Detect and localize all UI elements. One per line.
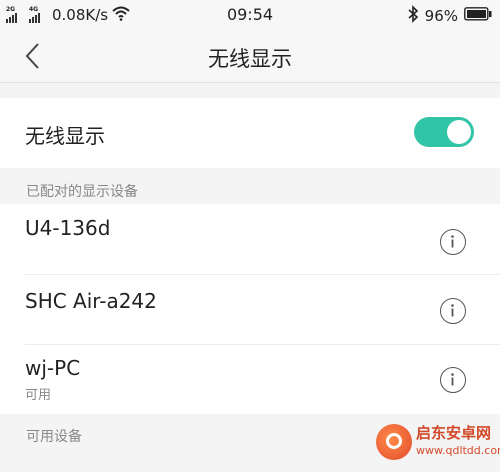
wireless-display-toggle[interactable] <box>414 117 474 147</box>
device-status: 可用 <box>25 388 52 403</box>
device-info-button[interactable] <box>440 298 466 324</box>
device-info-button[interactable] <box>440 229 466 255</box>
info-icon <box>451 304 454 317</box>
watermark-logo-icon <box>376 424 412 460</box>
nav-bar: 无线显示 <box>0 30 500 83</box>
device-item[interactable]: SHC Air-a242 <box>0 274 500 344</box>
watermark: 启东安卓网 www.qdltdd.com <box>376 422 500 468</box>
watermark-name: 启东安卓网 <box>416 424 492 442</box>
status-right: 96% <box>407 5 492 27</box>
paired-device-list: U4-136d SHC Air-a242 wj-PC 可用 <box>0 204 500 414</box>
device-item[interactable]: wj-PC 可用 <box>0 344 500 414</box>
info-icon <box>451 373 454 386</box>
watermark-url: www.qdltdd.com <box>416 444 500 457</box>
wireless-display-row[interactable]: 无线显示 <box>0 98 500 168</box>
toggle-knob <box>447 120 471 144</box>
device-name: U4-136d <box>25 216 111 240</box>
battery-percent: 96% <box>424 7 458 25</box>
device-info-button[interactable] <box>440 367 466 393</box>
paired-devices-header: 已配对的显示设备 <box>26 184 138 200</box>
info-icon <box>451 235 454 248</box>
device-name: SHC Air-a242 <box>25 289 157 313</box>
device-item[interactable]: U4-136d <box>0 204 500 274</box>
bluetooth-icon <box>407 5 419 27</box>
battery-icon <box>464 7 492 25</box>
status-bar: 2G 4G 0.08K/s 09:54 96% <box>0 0 500 30</box>
available-devices-header: 可用设备 <box>26 429 82 445</box>
page-title: 无线显示 <box>208 47 292 71</box>
wireless-display-label: 无线显示 <box>25 124 105 148</box>
device-name: wj-PC <box>25 356 81 380</box>
